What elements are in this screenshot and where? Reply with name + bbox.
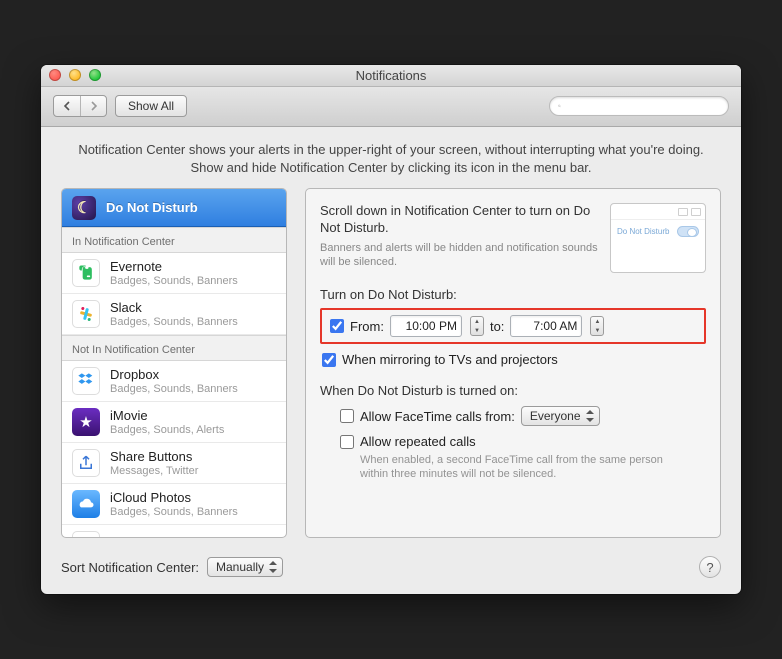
chevron-right-icon: [89, 101, 99, 111]
preview-icon: [691, 208, 701, 216]
app-sub: Messages, Twitter: [110, 465, 198, 477]
sidebar-item-icloud[interactable]: iCloud Photos Badges, Sounds, Banners: [62, 484, 286, 525]
toggle-icon: [677, 226, 699, 237]
footer: Sort Notification Center: Manually ?: [41, 542, 741, 594]
icloud-icon: [72, 490, 100, 518]
app-name: Share Buttons: [110, 449, 198, 464]
preview-icon: [678, 208, 688, 216]
app-sub: Badges, Sounds, Banners: [110, 506, 238, 518]
preview-label: Do Not Disturb: [617, 227, 669, 236]
content-area: Notification Center shows your alerts in…: [41, 127, 741, 542]
sidebar-item-dnd[interactable]: ☾ Do Not Disturb: [62, 189, 286, 227]
sidebar-item-slack[interactable]: Slack Badges, Sounds, Banners: [62, 294, 286, 335]
sidebar-item-evernote[interactable]: Evernote Badges, Sounds, Banners: [62, 253, 286, 294]
sort-label: Sort Notification Center:: [61, 560, 199, 575]
facetime-checkbox[interactable]: [340, 409, 354, 423]
to-stepper[interactable]: ▲▼: [590, 316, 604, 336]
stepper-down-icon[interactable]: ▼: [471, 326, 483, 335]
forward-button[interactable]: [80, 96, 106, 116]
imovie-icon: ★: [72, 408, 100, 436]
sidebar-item-imovie[interactable]: ★ iMovie Badges, Sounds, Alerts: [62, 402, 286, 443]
repeated-row: Allow repeated calls: [340, 434, 706, 449]
preview-thumbnail: Do Not Disturb: [610, 203, 706, 273]
facetime-label: Allow FaceTime calls from:: [360, 409, 515, 424]
app-name: iCloud Photos: [110, 490, 238, 505]
window-title: Notifications: [41, 68, 741, 83]
stepper-up-icon[interactable]: ▲: [471, 317, 483, 326]
preferences-window: Notifications Show All Notification Cent…: [41, 65, 741, 594]
detail-subtext: Banners and alerts will be hidden and no…: [320, 241, 598, 270]
app-sub: Badges, Sounds, Alerts: [110, 424, 224, 436]
intro-text: Notification Center shows your alerts in…: [61, 141, 721, 188]
app-sub: Badges, Sounds, Banners: [110, 383, 238, 395]
show-all-button[interactable]: Show All: [115, 95, 187, 117]
app-name: Slack: [110, 300, 238, 315]
sidebar-item-truncated[interactable]: [62, 525, 286, 537]
stepper-up-icon[interactable]: ▲: [591, 317, 603, 326]
nav-segment: [53, 95, 107, 117]
app-name: iMovie: [110, 408, 224, 423]
share-icon: [72, 449, 100, 477]
dropbox-icon: [72, 367, 100, 395]
toolbar: Show All: [41, 87, 741, 127]
facetime-select[interactable]: Everyone: [521, 406, 600, 426]
mirror-checkbox[interactable]: [322, 353, 336, 367]
schedule-row: From: 10:00 PM ▲▼ to: 7:00 AM ▲▼: [320, 308, 706, 344]
mirror-row: When mirroring to TVs and projectors: [322, 352, 706, 367]
app-name: Evernote: [110, 259, 238, 274]
search-field[interactable]: [549, 96, 729, 116]
search-icon: [558, 100, 561, 112]
app-name: Dropbox: [110, 367, 238, 382]
help-button[interactable]: ?: [699, 556, 721, 578]
app-list[interactable]: ☾ Do Not Disturb In Notification Center …: [61, 188, 287, 538]
to-label: to:: [490, 319, 504, 334]
app-sub: Badges, Sounds, Banners: [110, 316, 238, 328]
search-input[interactable]: [565, 99, 720, 113]
app-sub: Badges, Sounds, Banners: [110, 275, 238, 287]
slack-icon: [72, 300, 100, 328]
from-checkbox[interactable]: [330, 319, 344, 333]
app-icon: [72, 531, 100, 537]
from-label: From:: [350, 319, 384, 334]
sort-select[interactable]: Manually: [207, 557, 283, 577]
from-stepper[interactable]: ▲▼: [470, 316, 484, 336]
facetime-select-value: Everyone: [530, 409, 581, 423]
sidebar-section-in: In Notification Center: [62, 227, 286, 253]
to-time-field[interactable]: 7:00 AM: [510, 315, 582, 337]
from-time-field[interactable]: 10:00 PM: [390, 315, 462, 337]
repeated-label: Allow repeated calls: [360, 434, 476, 449]
sidebar-section-out: Not In Notification Center: [62, 335, 286, 361]
evernote-icon: [72, 259, 100, 287]
sidebar-item-dropbox[interactable]: Dropbox Badges, Sounds, Banners: [62, 361, 286, 402]
detail-heading: Scroll down in Notification Center to tu…: [320, 203, 598, 237]
when-on-label: When Do Not Disturb is turned on:: [320, 383, 706, 398]
back-button[interactable]: [54, 96, 80, 116]
repeated-note: When enabled, a second FaceTime call fro…: [360, 453, 680, 482]
turn-on-label: Turn on Do Not Disturb:: [320, 287, 706, 302]
detail-pane: Scroll down in Notification Center to tu…: [305, 188, 721, 538]
mirror-label: When mirroring to TVs and projectors: [342, 352, 558, 367]
sidebar-item-label: Do Not Disturb: [106, 200, 198, 215]
facetime-row: Allow FaceTime calls from: Everyone: [340, 406, 706, 426]
chevron-left-icon: [62, 101, 72, 111]
sort-select-value: Manually: [216, 560, 264, 574]
moon-icon: ☾: [72, 196, 96, 220]
repeated-checkbox[interactable]: [340, 435, 354, 449]
stepper-down-icon[interactable]: ▼: [591, 326, 603, 335]
titlebar: Notifications: [41, 65, 741, 87]
sidebar-item-share[interactable]: Share Buttons Messages, Twitter: [62, 443, 286, 484]
